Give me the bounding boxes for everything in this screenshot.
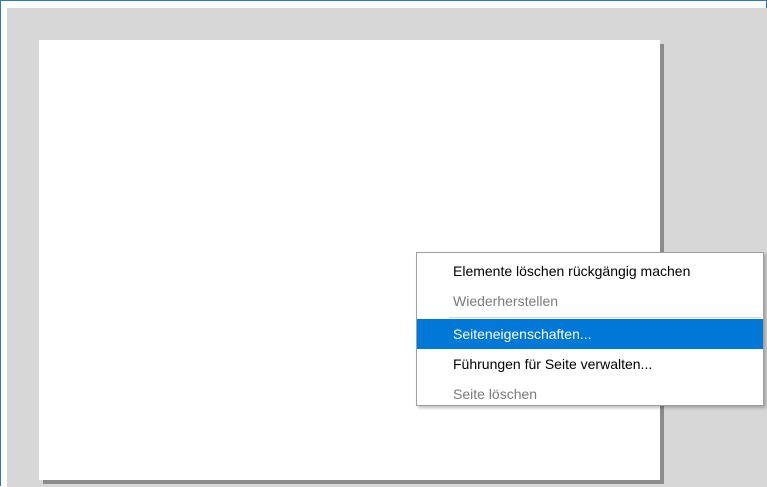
menu-item-delete-page: Seite löschen [453,386,538,402]
menu-item-redo: Wiederherstellen [453,293,559,309]
menu-item-manage-guides[interactable]: Führungen für Seite verwalten... [417,349,763,379]
context-menu: Elemente löschen rückgängig machen Wiede… [416,252,764,406]
menu-item-undo-delete[interactable]: Elemente löschen rückgängig machen [417,256,763,286]
menu-item-page-properties[interactable]: Seiteneigenschaften... [417,319,763,349]
application-window [0,0,767,487]
menu-separator [449,317,761,318]
document-workspace[interactable] [7,8,767,487]
